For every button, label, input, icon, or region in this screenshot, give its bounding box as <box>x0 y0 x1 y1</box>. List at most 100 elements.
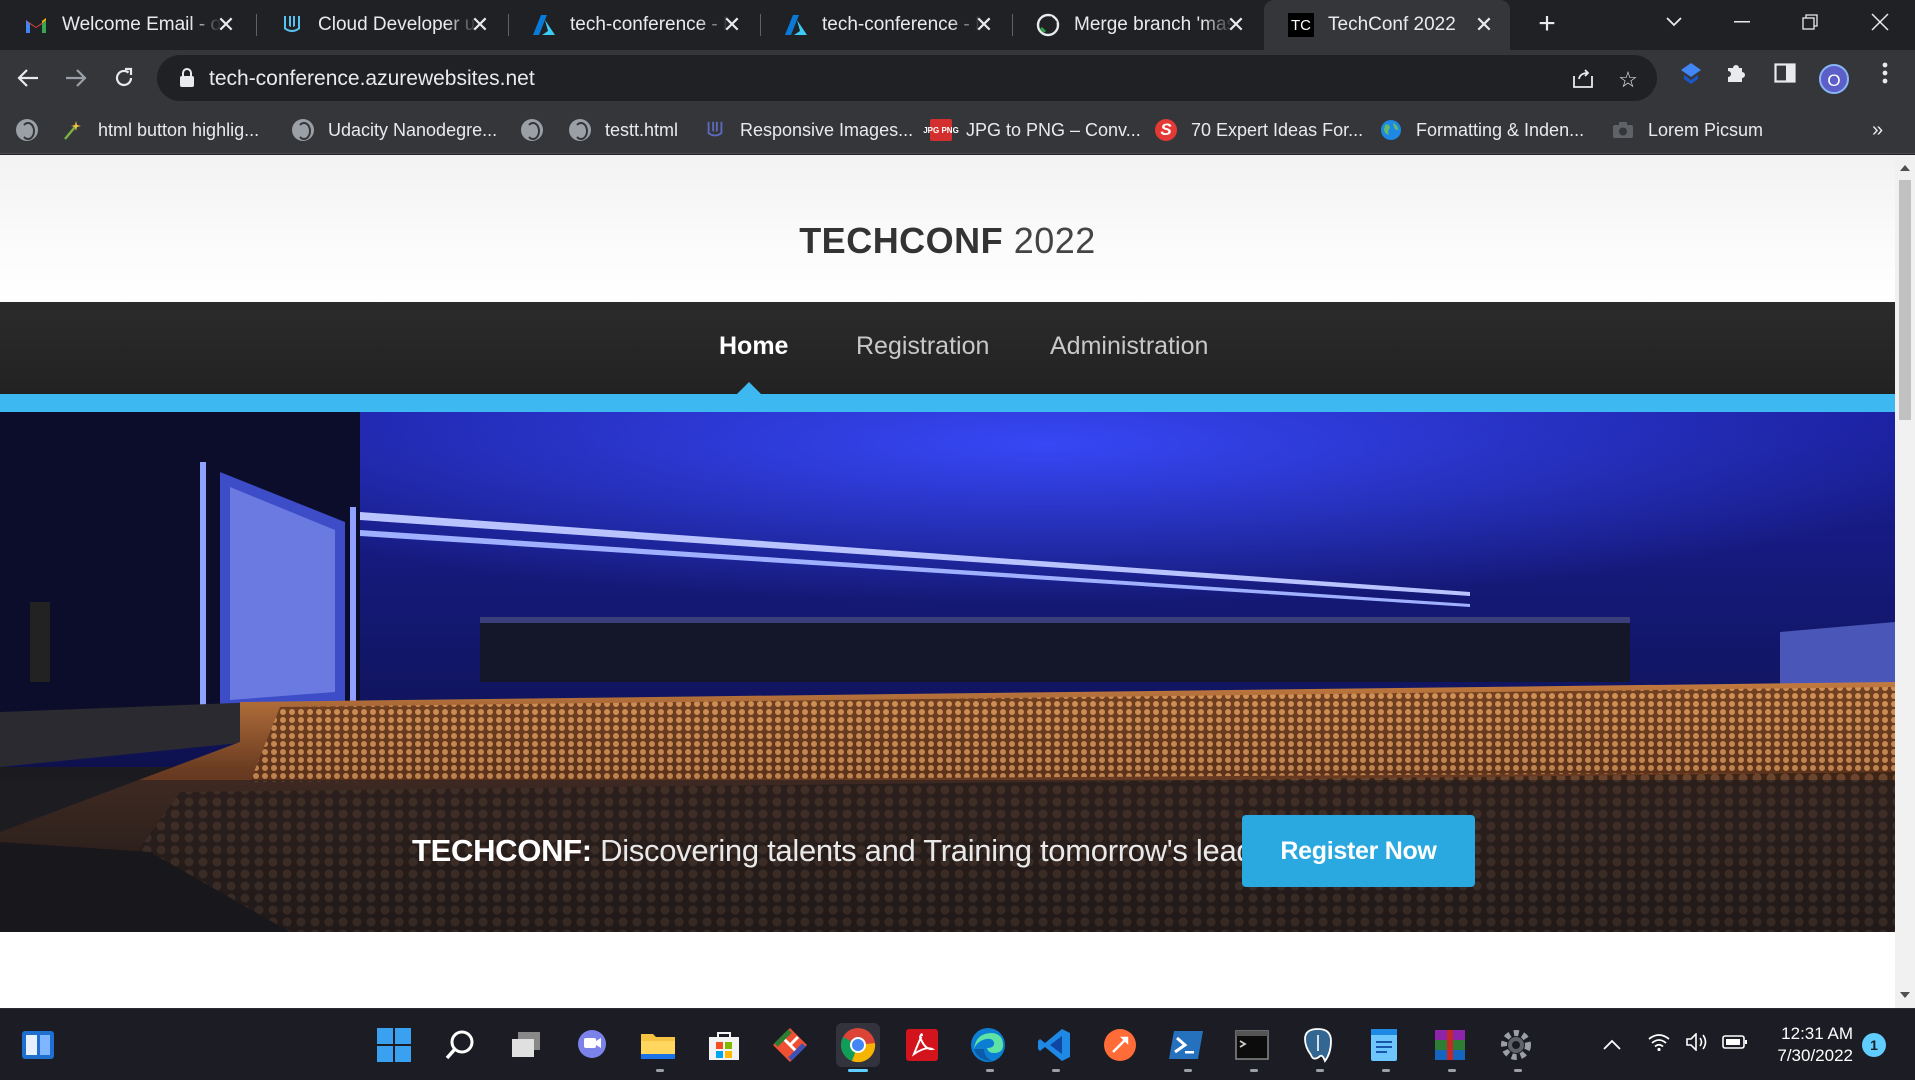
teams-chat-icon[interactable] <box>572 1025 612 1065</box>
bookmark-item[interactable]: JPG PNG JPG to PNG – Conv... <box>923 116 1141 144</box>
page-scrollbar[interactable] <box>1895 155 1915 1008</box>
azure-icon <box>784 13 808 37</box>
browser-tab[interactable]: tech-conference - Microsoft Azure ✕ <box>760 0 1010 50</box>
bookmark-item[interactable]: html button highlig... <box>62 116 259 144</box>
postgres-icon[interactable] <box>1298 1025 1338 1065</box>
bookmark-item[interactable]: S 70 Expert Ideas For... <box>1155 116 1363 144</box>
puzzle-extensions-icon[interactable] <box>1723 62 1751 90</box>
bookmark-item[interactable]: Responsive Images... <box>704 116 913 144</box>
postman-icon[interactable] <box>1100 1025 1140 1065</box>
address-bar[interactable]: tech-conference.azurewebsites.net ☆ <box>157 55 1657 101</box>
clock-time: 12:31 AM <box>1781 1024 1853 1043</box>
task-view-icon[interactable] <box>506 1025 546 1065</box>
tab-search-chevron-icon[interactable] <box>1640 0 1708 44</box>
browser-tab[interactable]: tech-conference - Microsoft Azure ✕ <box>508 0 758 50</box>
file-explorer-icon[interactable] <box>638 1025 678 1065</box>
close-icon[interactable]: ✕ <box>972 13 996 37</box>
udacity-icon <box>704 119 726 141</box>
browser-tab[interactable]: Welcome Email - oyenireoluwatobi@gmail.c… <box>0 0 252 50</box>
github-icon <box>1036 13 1060 37</box>
new-tab-button[interactable]: + <box>1530 8 1564 42</box>
battery-icon[interactable] <box>1722 1033 1748 1056</box>
acrobat-icon[interactable] <box>902 1025 942 1065</box>
register-now-button[interactable]: Register Now <box>1242 815 1475 887</box>
nav-registration[interactable]: Registration <box>856 332 989 361</box>
minimize-icon[interactable] <box>1708 0 1776 44</box>
windows-start-icon[interactable] <box>374 1025 414 1065</box>
back-arrow-icon[interactable] <box>12 62 44 94</box>
notification-badge[interactable]: 1 <box>1862 1033 1886 1057</box>
bookmark-item[interactable]: Formatting & Inden... <box>1380 116 1584 144</box>
widgets-icon[interactable] <box>18 1025 58 1065</box>
url-text[interactable]: tech-conference.azurewebsites.net <box>209 67 535 91</box>
tray-chevron-up-icon[interactable] <box>1602 1033 1622 1056</box>
forward-arrow-icon[interactable] <box>60 62 92 94</box>
bookmark-label: Lorem Picsum <box>1648 119 1764 140</box>
running-indicator <box>1448 1069 1456 1072</box>
browser-tab[interactable]: Merge branch 'master' ✕ <box>1012 0 1262 50</box>
nav-administration[interactable]: Administration <box>1050 332 1208 361</box>
sparkle-icon <box>62 119 84 141</box>
notepad-icon[interactable] <box>1364 1025 1404 1065</box>
more-menu-icon[interactable] <box>1871 62 1899 90</box>
close-icon[interactable]: ✕ <box>1224 13 1248 37</box>
bookmark-item[interactable] <box>521 116 557 144</box>
bookmark-item[interactable] <box>16 116 52 144</box>
tab-title: Merge branch 'master' <box>1074 14 1234 35</box>
reload-icon[interactable] <box>108 62 140 94</box>
browser-tab-active[interactable]: TC TechConf 2022 ✕ <box>1264 0 1510 50</box>
vscode-icon[interactable] <box>1034 1025 1074 1065</box>
close-icon[interactable]: ✕ <box>214 13 238 37</box>
bookmark-star-icon[interactable]: ☆ <box>1615 67 1641 93</box>
bookmark-label: Responsive Images... <box>740 119 914 140</box>
bookmark-item[interactable]: Udacity Nanodegre... <box>292 116 497 144</box>
more-bookmarks-chevron-icon[interactable]: » <box>1872 116 1883 144</box>
share-icon[interactable] <box>1570 67 1596 93</box>
microsoft-store-icon[interactable] <box>704 1025 744 1065</box>
terminal-icon[interactable] <box>1232 1025 1272 1065</box>
extension-icon[interactable] <box>1677 62 1705 90</box>
side-panel-icon[interactable] <box>1771 62 1799 90</box>
chrome-icon[interactable] <box>836 1023 880 1067</box>
brand-year: 2022 <box>1013 220 1096 261</box>
tab-title: TechConf 2022 <box>1328 14 1456 35</box>
bookmark-item[interactable]: testt.html <box>569 116 678 144</box>
tab-title: Cloud Developer using Microsoft Azure <box>318 14 478 35</box>
hero-banner: TECHCONF: Discovering talents and Traini… <box>0 412 1895 932</box>
site-header: TECHCONF 2022 <box>0 155 1895 302</box>
browser-tab[interactable]: Cloud Developer using Microsoft Azure ✕ <box>256 0 506 50</box>
scrollbar-thumb[interactable] <box>1899 180 1911 420</box>
globe-icon <box>292 119 314 141</box>
running-indicator <box>1052 1069 1060 1072</box>
profile-avatar[interactable]: O <box>1819 64 1849 94</box>
settings-icon[interactable] <box>1496 1025 1536 1065</box>
edge-icon[interactable] <box>968 1025 1008 1065</box>
running-indicator <box>1514 1069 1522 1072</box>
close-icon[interactable]: ✕ <box>468 13 492 37</box>
clock-date: 7/30/2022 <box>1777 1046 1853 1065</box>
winrar-icon[interactable] <box>1430 1025 1470 1065</box>
system-clock[interactable]: 12:31 AM 7/30/2022 <box>1758 1023 1853 1067</box>
bookmark-label: testt.html <box>605 119 679 140</box>
bookmark-label: html button highlig... <box>98 119 260 140</box>
scroll-up-icon[interactable] <box>1900 165 1910 171</box>
git-icon[interactable] <box>770 1025 810 1065</box>
close-icon[interactable]: ✕ <box>1472 13 1496 37</box>
tab-title: tech-conference - Microsoft Azure <box>570 14 730 35</box>
bookmark-label: Udacity Nanodegre... <box>328 119 498 140</box>
wifi-icon[interactable] <box>1648 1033 1670 1057</box>
site-brand[interactable]: TECHCONF 2022 <box>799 220 1096 262</box>
scroll-down-icon[interactable] <box>1900 992 1910 998</box>
accent-bar <box>0 394 1895 412</box>
close-icon[interactable]: ✕ <box>720 13 744 37</box>
search-icon[interactable] <box>440 1025 480 1065</box>
close-window-icon[interactable] <box>1846 0 1914 44</box>
earth-icon <box>1380 119 1402 141</box>
restore-icon[interactable] <box>1776 0 1844 44</box>
running-indicator <box>1184 1069 1192 1072</box>
site-nav: Home Registration Administration <box>0 302 1895 394</box>
powershell-icon[interactable] <box>1166 1025 1206 1065</box>
nav-home[interactable]: Home <box>719 332 788 361</box>
volume-icon[interactable] <box>1686 1032 1708 1057</box>
bookmark-item[interactable]: Lorem Picsum <box>1612 116 1763 144</box>
